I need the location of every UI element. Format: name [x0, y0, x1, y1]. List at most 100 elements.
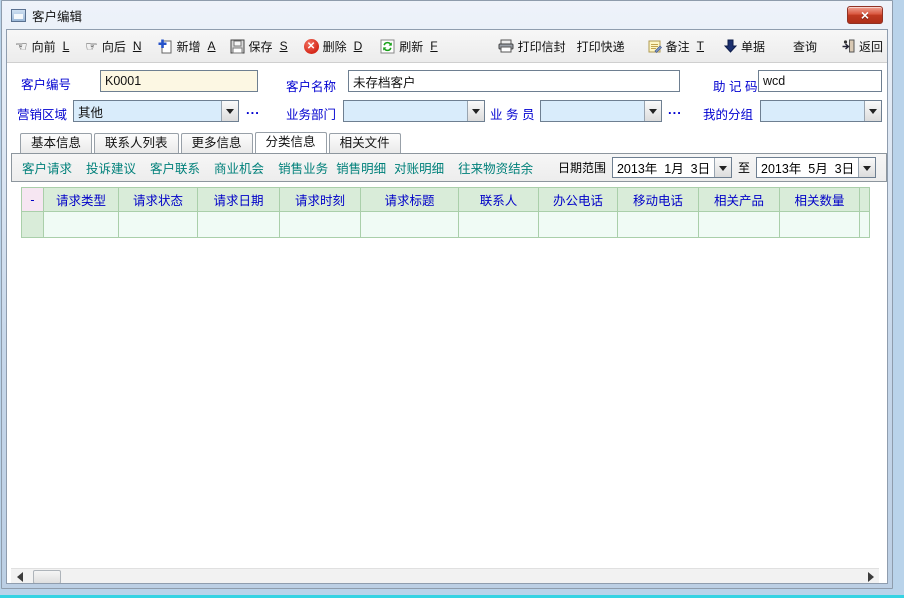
save-icon	[230, 39, 245, 54]
subnav-sales-business[interactable]: 销售业务	[278, 158, 328, 177]
tab-more-info[interactable]: 更多信息	[181, 133, 253, 153]
dropdown-arrow-icon[interactable]	[644, 101, 661, 121]
table-cell[interactable]	[280, 212, 361, 238]
down-arrow-icon	[724, 39, 737, 53]
requests-table: - 请求类型 请求状态 请求日期 请求时刻 请求标题 联系人 办公电话 移动电话…	[21, 187, 870, 238]
subnav-customer-request[interactable]: 客户请求	[22, 158, 72, 177]
new-button[interactable]: 新增A	[158, 38, 216, 55]
subnav-complaints[interactable]: 投诉建议	[86, 158, 136, 177]
column-header-request-type[interactable]: 请求类型	[44, 188, 119, 212]
exit-icon	[841, 39, 855, 53]
tab-contact-list[interactable]: 联系人列表	[94, 133, 179, 153]
refresh-button[interactable]: 刷新F	[380, 38, 437, 55]
delete-button[interactable]: ✕ 删除D	[304, 38, 363, 55]
note-icon	[647, 39, 662, 54]
print-express-button[interactable]: 打印快递	[577, 38, 629, 55]
scrollbar-thumb[interactable]	[33, 570, 61, 584]
region-more-button[interactable]: ...	[246, 102, 260, 117]
group-combo[interactable]	[760, 100, 882, 122]
region-combo[interactable]: 其他	[73, 100, 239, 122]
column-header-request-time[interactable]: 请求时刻	[280, 188, 361, 212]
tab-basic-info[interactable]: 基本信息	[20, 133, 92, 153]
column-header-related-qty[interactable]: 相关数量	[780, 188, 860, 212]
forward-button[interactable]: ☜ 向前L	[15, 38, 69, 55]
region-label: 营销区域	[17, 104, 67, 123]
customer-name-input[interactable]	[348, 70, 680, 92]
hand-right-icon: ☞	[85, 39, 98, 53]
toolbar: ☜ 向前L ☞ 向后N 新增A 保存S ✕ 删除D	[7, 30, 887, 63]
customer-no-input[interactable]	[100, 70, 258, 92]
column-header-contact[interactable]: 联系人	[459, 188, 539, 212]
customer-no-label: 客户编号	[21, 74, 71, 93]
table-cell[interactable]	[44, 212, 119, 238]
subnav-customer-contact[interactable]: 客户联系	[150, 158, 200, 177]
subnav-material-balance[interactable]: 往来物资结余	[458, 158, 533, 177]
print-envelope-button[interactable]: 打印信封	[498, 38, 570, 55]
subnav-business-opportunity[interactable]: 商业机会	[214, 158, 264, 177]
form-panel: 客户编号 客户名称 助 记 码 营销区域 其他 ... 业务部门 业 务	[7, 64, 887, 130]
date-from-picker[interactable]: 2013年 1月 3日	[612, 157, 732, 178]
column-header-request-title[interactable]: 请求标题	[361, 188, 459, 212]
column-header-mobile-phone[interactable]: 移动电话	[618, 188, 699, 212]
table-cell[interactable]	[459, 212, 539, 238]
backward-button[interactable]: ☞ 向后N	[85, 38, 141, 55]
return-button[interactable]: 返回R	[841, 38, 888, 55]
salesman-combo[interactable]	[540, 100, 662, 122]
table-header-row: - 请求类型 请求状态 请求日期 请求时刻 请求标题 联系人 办公电话 移动电话…	[22, 188, 870, 212]
save-button[interactable]: 保存S	[230, 38, 288, 55]
table-cell[interactable]	[618, 212, 699, 238]
left-arrow-icon	[12, 572, 23, 582]
column-header-request-date[interactable]: 请求日期	[198, 188, 280, 212]
date-to-picker[interactable]: 2013年 5月 3日	[756, 157, 876, 178]
column-header-request-status[interactable]: 请求状态	[119, 188, 198, 212]
date-to-label: 至	[738, 159, 750, 176]
documents-button[interactable]: 单据	[724, 38, 769, 55]
column-header-selector[interactable]: -	[22, 188, 44, 212]
dropdown-arrow-icon[interactable]	[858, 158, 875, 177]
window-icon	[11, 9, 26, 22]
title-bar[interactable]: 客户编辑 ×	[2, 1, 892, 29]
dropdown-arrow-icon[interactable]	[221, 101, 238, 121]
window-title: 客户编辑	[32, 6, 82, 25]
note-button[interactable]: 备注T	[647, 38, 704, 55]
date-range-label: 日期范围	[558, 159, 606, 176]
dropdown-arrow-icon[interactable]	[864, 101, 881, 121]
column-header-related-product[interactable]: 相关产品	[699, 188, 780, 212]
date-range-group: 日期范围 2013年 1月 3日 至 2013年 5月 3日	[558, 157, 876, 178]
scroll-left-button[interactable]	[11, 569, 27, 585]
dropdown-arrow-icon[interactable]	[467, 101, 484, 121]
dropdown-arrow-icon[interactable]	[714, 158, 731, 177]
column-header-office-phone[interactable]: 办公电话	[539, 188, 618, 212]
group-label: 我的分组	[703, 104, 753, 123]
column-header-spare	[860, 188, 870, 212]
mnemonic-label: 助 记 码	[713, 76, 757, 95]
subnav-sales-detail[interactable]: 销售明细	[336, 158, 386, 177]
tab-classified-info[interactable]: 分类信息	[255, 132, 327, 153]
table-cell[interactable]	[699, 212, 780, 238]
table-cell[interactable]	[539, 212, 618, 238]
salesman-label: 业 务 员	[490, 104, 534, 123]
table-cell[interactable]	[119, 212, 198, 238]
desktop-background: 客户编辑 × ☜ 向前L ☞ 向后N 新增A	[0, 0, 904, 598]
salesman-more-button[interactable]: ...	[668, 102, 682, 117]
printer-icon	[498, 39, 514, 53]
scroll-right-button[interactable]	[863, 569, 879, 585]
query-button[interactable]: 查询	[793, 38, 821, 55]
subnav-reconciliation-detail[interactable]: 对账明细	[394, 158, 444, 177]
window-body: ☜ 向前L ☞ 向后N 新增A 保存S ✕ 删除D	[6, 29, 888, 584]
table-cell[interactable]	[198, 212, 280, 238]
refresh-icon	[380, 39, 395, 54]
hand-left-icon: ☜	[15, 39, 28, 53]
mnemonic-input[interactable]	[758, 70, 882, 92]
table-cell[interactable]	[361, 212, 459, 238]
delete-icon: ✕	[304, 39, 319, 54]
close-icon: ×	[861, 8, 869, 22]
close-button[interactable]: ×	[847, 6, 883, 24]
tab-related-files[interactable]: 相关文件	[329, 133, 401, 153]
department-combo[interactable]	[343, 100, 485, 122]
h-scrollbar[interactable]	[11, 568, 879, 584]
department-label: 业务部门	[286, 104, 336, 123]
customer-edit-window: 客户编辑 × ☜ 向前L ☞ 向后N 新增A	[1, 0, 893, 589]
row-selector-cell[interactable]	[22, 212, 44, 238]
table-cell[interactable]	[780, 212, 860, 238]
